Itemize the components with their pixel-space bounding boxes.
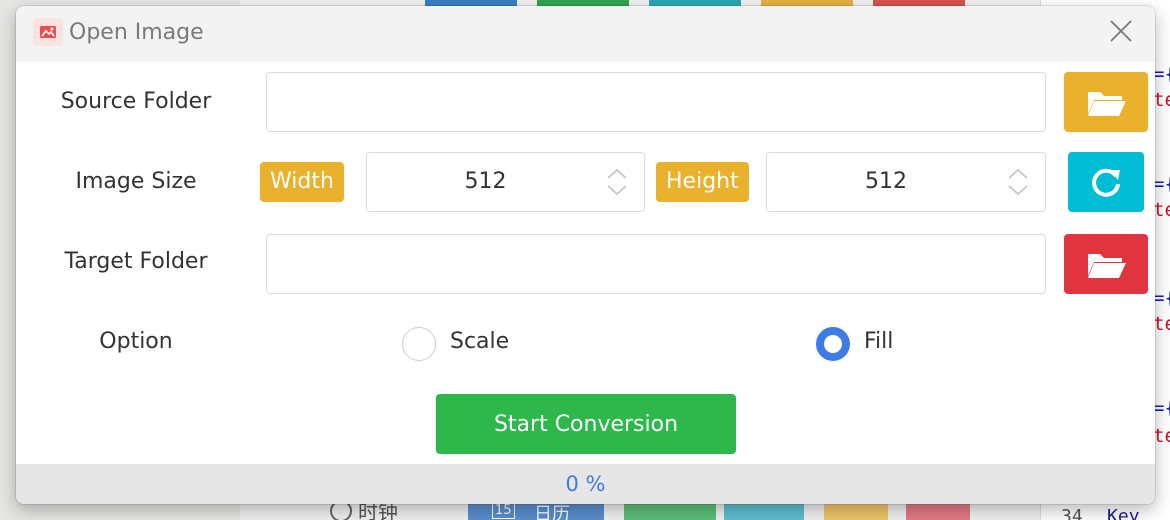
spinner-arrows-icon[interactable] bbox=[1007, 167, 1029, 197]
code-token: ={ bbox=[1153, 173, 1170, 195]
code-token: ={ bbox=[1153, 397, 1170, 419]
spinner-arrows-icon[interactable] bbox=[606, 167, 628, 197]
code-token: Key bbox=[1107, 506, 1140, 520]
code-token: te bbox=[1153, 89, 1170, 111]
height-spinbox[interactable]: 512 bbox=[766, 152, 1046, 212]
close-icon bbox=[1110, 20, 1132, 42]
browse-source-folder-button[interactable] bbox=[1064, 72, 1148, 132]
code-token: te bbox=[1153, 199, 1170, 221]
progress-bar: 0 % bbox=[16, 464, 1155, 504]
source-folder-label: Source Folder bbox=[60, 89, 212, 114]
target-folder-label: Target Folder bbox=[64, 249, 208, 274]
width-spinbox[interactable]: 512 bbox=[366, 152, 645, 212]
code-token: ={ bbox=[1153, 63, 1170, 85]
reset-size-button[interactable] bbox=[1068, 152, 1144, 212]
line-number: 34 bbox=[1061, 506, 1083, 520]
window-title: Open Image bbox=[69, 20, 204, 45]
open-image-dialog: Open Image Source Folder Image Size Widt… bbox=[16, 6, 1155, 504]
code-token: ={ bbox=[1153, 287, 1170, 309]
width-tag: Width bbox=[260, 162, 344, 202]
height-value: 512 bbox=[865, 169, 907, 194]
width-value: 512 bbox=[464, 169, 507, 194]
height-tag: Height bbox=[656, 162, 749, 202]
calendar-icon: 15 bbox=[492, 502, 515, 519]
code-token: te bbox=[1153, 425, 1170, 447]
image-size-label: Image Size bbox=[75, 169, 197, 194]
image-icon bbox=[33, 18, 63, 46]
folder-open-icon bbox=[1088, 92, 1126, 116]
browse-target-folder-button[interactable] bbox=[1064, 234, 1148, 294]
refresh-icon bbox=[1092, 168, 1120, 197]
progress-text: 0 % bbox=[565, 472, 606, 496]
close-button[interactable] bbox=[1106, 16, 1136, 46]
code-token: te bbox=[1153, 313, 1170, 335]
start-conversion-button[interactable]: Start Conversion bbox=[436, 394, 736, 454]
radio-scale-label[interactable]: Scale bbox=[450, 329, 509, 354]
radio-scale[interactable] bbox=[402, 327, 436, 361]
source-folder-input[interactable] bbox=[266, 72, 1046, 132]
radio-fill[interactable] bbox=[816, 327, 850, 361]
title-bar: Open Image bbox=[16, 6, 1155, 62]
radio-fill-label[interactable]: Fill bbox=[864, 329, 893, 354]
target-folder-input[interactable] bbox=[266, 234, 1046, 294]
folder-open-icon bbox=[1088, 254, 1126, 278]
option-label: Option bbox=[99, 329, 173, 354]
